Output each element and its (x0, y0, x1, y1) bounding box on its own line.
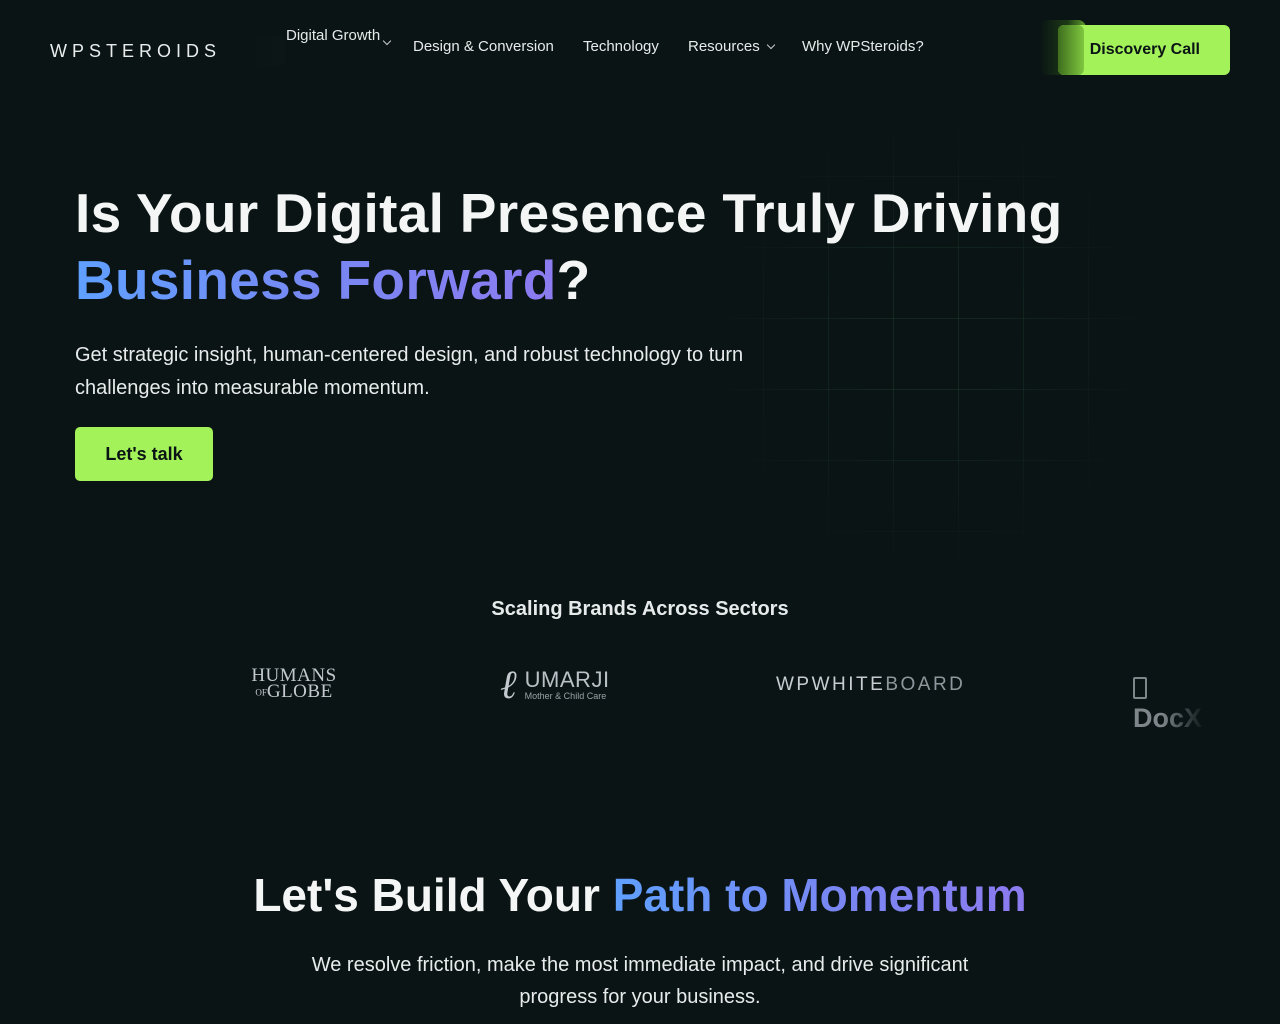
top-navigation: WPSTEROIDS Digital Growth Design & Conve… (0, 0, 1280, 96)
nav-resources[interactable]: Resources (688, 38, 775, 55)
humans-line2: OFGLOBE (248, 681, 340, 702)
umarji-text: UMARJI Mother & Child Care (524, 667, 610, 702)
umarji-mark-icon: ℓ (500, 662, 517, 707)
logo-text: WPSTEROIDS (50, 40, 222, 61)
wpwhiteboard-logo: WPWHITEBOARD (776, 674, 965, 696)
brand-logos-carousel: r HUMANS OFGLOBE ℓ UMARJI Mother & Child… (75, 650, 1205, 733)
nav-why-wpsteroids[interactable]: Why WPSteroids? (802, 38, 924, 55)
nav-design-conversion-label: Design & Conversion (413, 38, 554, 55)
hero-title-end: ? (556, 249, 591, 311)
nav-technology[interactable]: Technology (583, 38, 659, 55)
docx-text: DocX (1133, 703, 1203, 733)
hero-title-highlight: Business Forward (75, 249, 557, 311)
humans-small: OF (255, 687, 267, 698)
chevron-down-icon (382, 36, 392, 46)
document-icon (1133, 677, 1147, 699)
umarji-tagline: Mother & Child Care (524, 691, 607, 701)
path-title-main: Let's Build Your (253, 869, 600, 921)
hero-title: Is Your Digital Presence Truly Driving B… (75, 180, 1135, 314)
path-section-title: Let's Build Your Path to Momentum (0, 868, 1280, 922)
chevron-down-icon (766, 40, 775, 49)
hero-title-main: Is Your Digital Presence Truly Driving (75, 182, 1063, 244)
hero-grid-background (698, 105, 1158, 580)
path-section-subtitle: We resolve friction, make the most immed… (311, 954, 969, 1008)
carousel-fade-left (75, 650, 185, 720)
umarji-logo: ℓ UMARJI Mother & Child Care (500, 662, 610, 707)
path-title-highlight: Path to Momentum (612, 869, 1027, 921)
hero-subtitle: Get strategic insight, human-centered de… (75, 344, 744, 399)
board-text: BOARD (885, 674, 966, 695)
nav-digital-growth-label: Digital Growth (286, 27, 381, 44)
wpwhite-text: WPWHITE (776, 674, 886, 695)
umarji-name: UMARJI (524, 667, 610, 692)
nav-digital-growth[interactable]: Digital Growth (286, 24, 396, 47)
nav-why-label: Why WPSteroids? (802, 38, 924, 55)
nav-design-conversion[interactable]: Design & Conversion (413, 38, 554, 55)
discovery-call-wrapper: Discovery Call (1040, 20, 1230, 75)
humans-of-globe-logo: HUMANS OFGLOBE (248, 666, 340, 702)
logo-fade (215, 36, 286, 66)
nav-resources-label: Resources (688, 38, 760, 55)
humans-globe: GLOBE (266, 681, 333, 702)
nav-technology-label: Technology (583, 38, 659, 55)
lets-talk-button[interactable]: Let's talk (75, 427, 213, 481)
discovery-call-button[interactable]: Discovery Call (1058, 25, 1230, 75)
brands-title: Scaling Brands Across Sectors (491, 598, 789, 620)
wpsteroids-logo[interactable]: WPSTEROIDS (50, 36, 286, 66)
docx-logo: DocX (1133, 672, 1205, 734)
